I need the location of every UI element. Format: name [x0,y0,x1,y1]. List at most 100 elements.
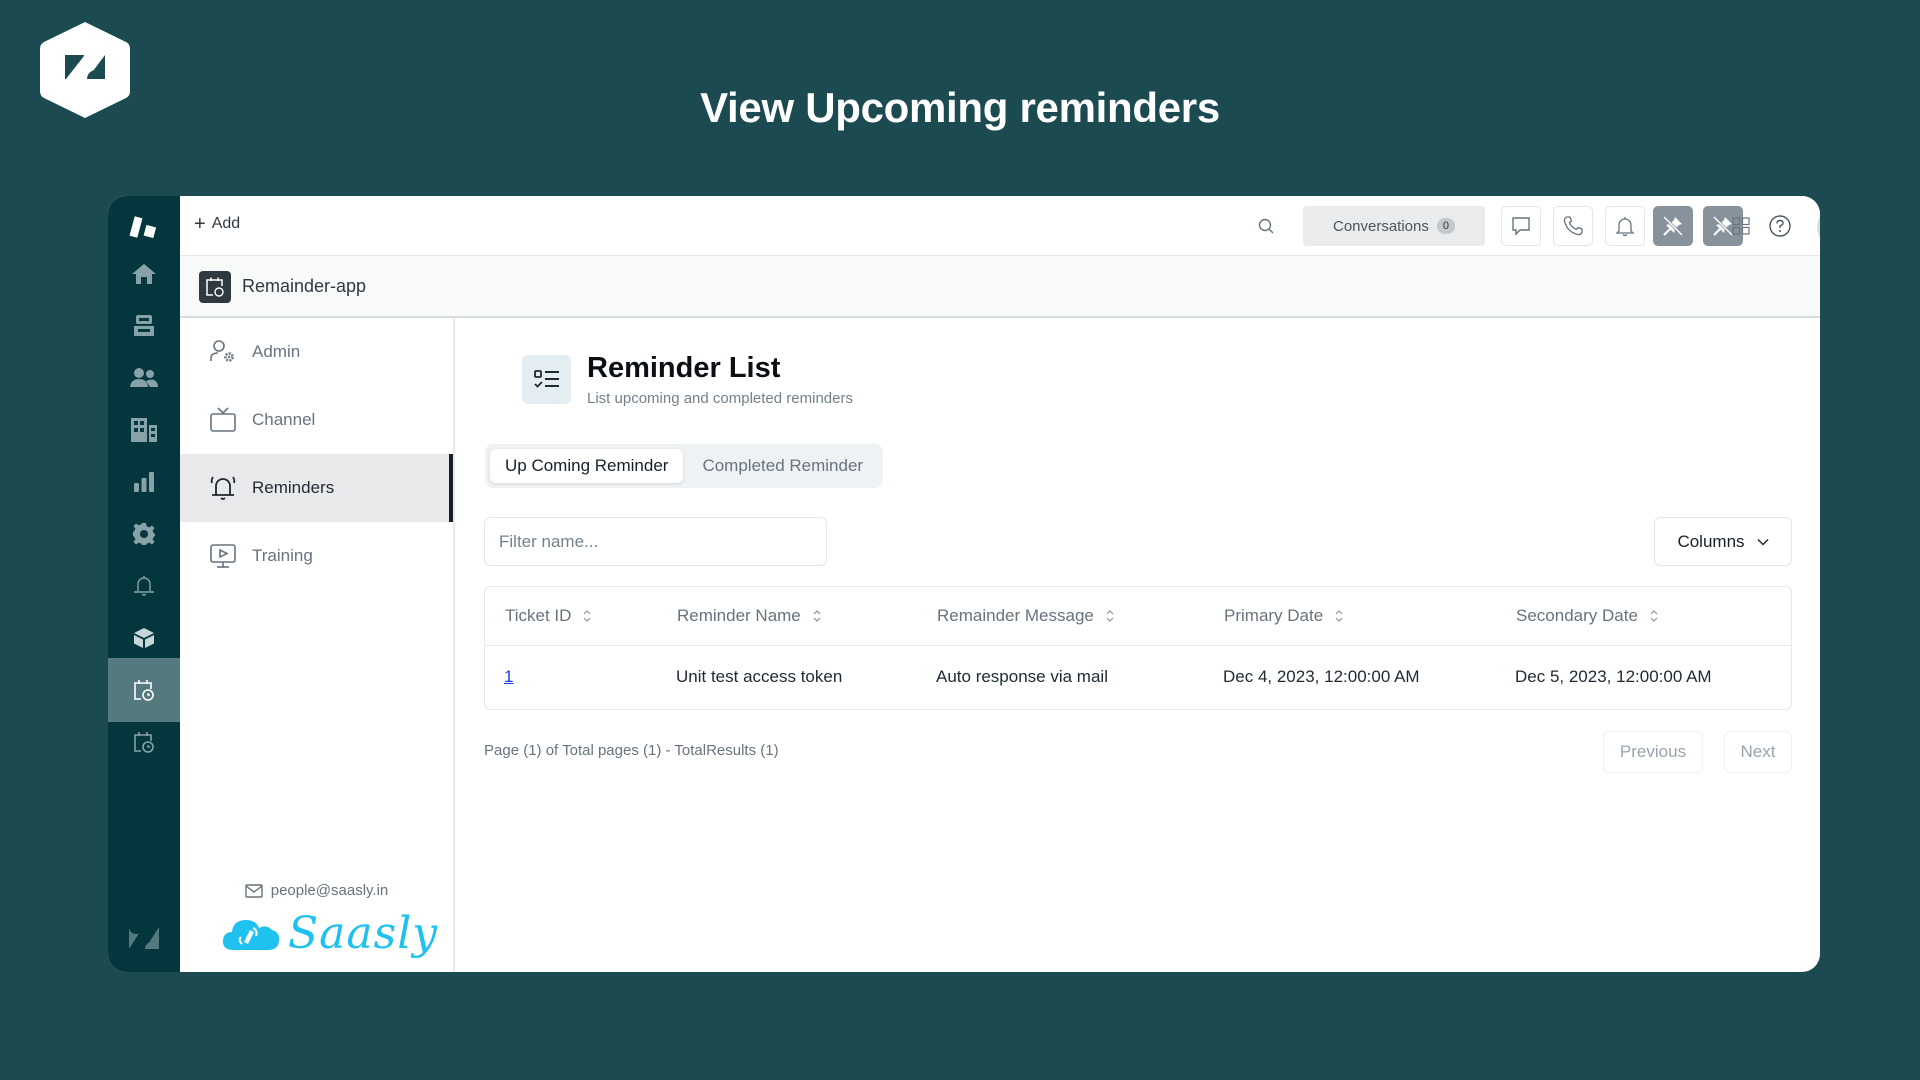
page-heading: View Upcoming reminders [700,84,1220,131]
calendar-alarm-icon [206,277,224,297]
cube-icon [134,628,154,648]
search-icon [1258,218,1274,234]
tab-completed-reminder[interactable]: Completed Reminder [687,449,878,483]
rail-item-reminder-app[interactable] [108,710,180,774]
nav-item-label: Training [252,546,313,565]
chevron-down-icon [1757,538,1769,546]
header-label: Reminder Name [677,605,801,625]
column-header-reminder-name[interactable]: Reminder Name [657,587,917,646]
app-window: + Add Conversations 0 Remainder-app Admi… [108,196,1820,972]
reporting-icon [134,472,154,492]
calendar-alarm-icon [134,680,154,701]
cell-ticket-id: 1 [485,645,657,709]
tab-upcoming-reminder[interactable]: Up Coming Reminder [490,449,684,483]
header-label: Secondary Date [1516,605,1638,625]
talk-button[interactable] [1553,206,1593,246]
top-toolbar: + Add Conversations 0 [180,196,1820,256]
next-page-button[interactable]: Next [1724,731,1792,773]
nav-item-label: Admin [252,342,301,361]
add-button[interactable]: + Add [194,214,240,234]
filter-name-input[interactable] [484,517,827,566]
notifications-button[interactable] [1605,206,1645,246]
reminder-list-title: Reminder List [587,352,781,384]
user-avatar[interactable] [1817,207,1820,247]
home-icon [132,264,156,284]
chat-bubble-icon [1512,217,1530,236]
nav-item-channel[interactable]: Channel [180,386,453,454]
column-header-remainder-message[interactable]: Remainder Message [917,587,1204,646]
chat-button[interactable] [1501,206,1541,246]
table-header-row: Ticket ID Reminder Name Remainder Messag… [485,587,1791,646]
columns-dropdown-button[interactable]: Columns [1654,517,1792,566]
nav-item-training[interactable]: Training [180,522,453,590]
list-header-icon [522,355,571,404]
help-icon [1769,215,1791,237]
sort-icon [584,610,591,623]
mail-icon [245,883,263,898]
app-name: Remainder-app [242,276,367,296]
conversations-button[interactable]: Conversations 0 [1303,206,1485,246]
product-tray-button[interactable] [1727,212,1755,240]
bell-ringing-icon [210,476,236,500]
sort-icon [813,610,821,623]
support-email-text: people@saasly.in [270,882,389,899]
zendesk-logo-icon [129,927,159,949]
tv-icon [210,407,236,432]
grid-icon [1732,217,1750,235]
app-nav-panel: Admin Channel Reminders Training people@… [180,318,455,972]
conversations-label: Conversations [1332,217,1429,235]
unpin-icon [1662,215,1684,237]
nav-item-reminders[interactable]: Reminders [180,454,453,522]
sort-icon [1335,610,1343,623]
columns-label: Columns [1677,531,1745,551]
column-header-primary-date[interactable]: Primary Date [1204,587,1496,646]
cell-primary-date: Dec 4, 2023, 12:00:00 AM [1223,667,1420,687]
column-header-ticket-id[interactable]: Ticket ID [485,587,657,646]
cell-secondary-date: Dec 5, 2023, 12:00:00 AM [1515,667,1712,687]
header-label: Remainder Message [937,605,1094,625]
organizations-icon [131,418,157,442]
settings-gear-icon [133,523,155,545]
nav-item-admin[interactable]: Admin [180,318,453,386]
conversations-count-badge: 0 [1436,218,1455,234]
table-row: 1 Unit test access token Auto response v… [485,645,1791,709]
bell-icon [1615,217,1635,237]
add-label: Add [211,215,241,232]
sort-icon [1106,610,1114,623]
checklist-icon [533,369,559,388]
cell-remainder-message: Auto response via mail [936,667,1108,687]
cell-reminder-name: Unit test access token [676,667,843,687]
sort-icon [1650,610,1658,623]
main-content: Reminder List List upcoming and complete… [457,318,1820,972]
app-icon [199,271,231,303]
saasly-logo: Saasly [220,908,438,959]
rail-item-zendesk-products[interactable] [108,906,180,970]
column-header-secondary-date[interactable]: Secondary Date [1496,587,1791,646]
reminders-table: Ticket ID Reminder Name Remainder Messag… [484,586,1792,710]
customers-icon [130,368,158,387]
calendar-alarm-icon [134,732,154,753]
bell-icon [134,576,154,596]
plus-icon: + [194,213,206,235]
ticket-id-link[interactable]: 1 [504,667,513,686]
phone-icon [1563,216,1583,236]
zendesk-support-logo-icon [129,216,157,239]
previous-page-button[interactable]: Previous [1603,731,1703,773]
saasly-wordmark: Saasly [288,908,439,959]
pagination-summary: Page (1) of Total pages (1) - TotalResul… [484,742,779,759]
inbox-icon [134,315,154,336]
nav-item-label: Channel [252,410,316,429]
header-label: Ticket ID [505,605,572,625]
reminder-list-subtitle: List upcoming and completed reminders [587,390,853,407]
nav-item-label: Reminders [252,478,335,497]
header-label: Primary Date [1224,605,1324,625]
presentation-play-icon [210,544,236,568]
support-email[interactable]: people@saasly.in [180,882,453,899]
help-button[interactable] [1766,212,1794,240]
unpin-button-1[interactable] [1653,206,1693,246]
search-button[interactable] [1256,216,1278,238]
user-gear-icon [210,340,234,362]
saasly-cloud-icon [222,919,280,950]
app-header: Remainder-app [180,256,1820,318]
reminder-tabs: Up Coming Reminder Completed Reminder [485,444,884,488]
